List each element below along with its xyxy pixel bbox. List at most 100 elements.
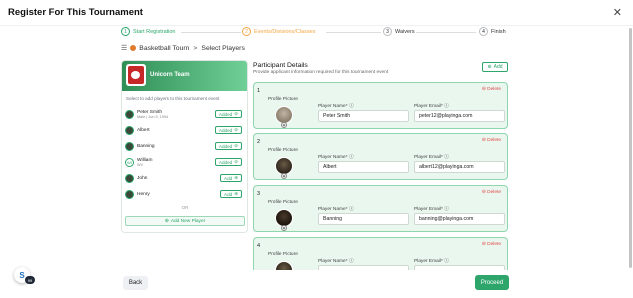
plus-circle-icon: ⊕ (164, 218, 169, 224)
player-add-button[interactable]: Add ⊕ (220, 174, 242, 182)
registration-modal: Register For This Tournament ✕ 1 Start R… (0, 0, 633, 298)
registration-stepper: 1 Start Registration 2 Events/Divisions/… (121, 27, 513, 38)
basketball-icon (130, 45, 137, 51)
step-waivers[interactable]: 3 Waivers (383, 27, 415, 36)
step-label: Finish (491, 28, 506, 35)
breadcrumb: ☰ Basketball Tourn > Select Players (121, 44, 245, 53)
player-name-label: Player Name* ⓘ (318, 104, 354, 109)
step-label: Waivers (395, 28, 415, 35)
player-added-button[interactable]: Added ⊘ (214, 142, 242, 150)
add-label: Add (493, 64, 503, 70)
step-number: 4 (479, 27, 488, 36)
add-new-player-button[interactable]: ⊕ Add New Player (125, 216, 245, 226)
player-row-banning: Banning Added ⊘ (125, 140, 246, 153)
player-email-label: Player Email* ⓘ (414, 155, 449, 160)
scrollbar[interactable] (629, 28, 632, 268)
delete-button[interactable]: ⊖ Delete (482, 138, 501, 143)
step-label: Start Registration (133, 28, 176, 35)
step-finish[interactable]: 4 Finish (479, 27, 506, 36)
player-row-john: John Add ⊕ (125, 172, 246, 185)
player-added-button[interactable]: Added ⊘ (214, 110, 242, 118)
player-email-label: Player Email* ⓘ (414, 207, 449, 212)
participant-details-title: Participant Details (253, 62, 308, 69)
profile-picture-label: Profile Picture (268, 252, 298, 257)
avatar (125, 126, 134, 135)
participant-card: 2 ⊖ Delete Profile Picture ◉ Player Name… (253, 133, 508, 180)
camera-icon[interactable]: ◉ (281, 225, 287, 231)
info-icon: ⓘ (444, 155, 449, 160)
avatar (125, 174, 134, 183)
check-circle-icon: ⊘ (234, 143, 238, 148)
participant-card: 4 ⊖ Delete Profile Picture Player Name* … (253, 237, 508, 270)
profile-picture[interactable] (275, 261, 293, 270)
player-added-button[interactable]: Added ⊘ (214, 158, 242, 166)
player-email-input[interactable]: albert12@playinga.com (414, 161, 505, 173)
step-events[interactable]: 2 Events/Divisions/Classes (242, 27, 315, 36)
profile-picture-label: Profile Picture (268, 200, 298, 205)
player-add-button[interactable]: Add ⊕ (220, 190, 242, 198)
player-row-henry: Henry Add ⊕ (125, 188, 246, 201)
player-email-label: Player Email* ⓘ (414, 259, 449, 264)
player-name-input[interactable]: Albert (318, 161, 409, 173)
info-icon: ⓘ (444, 207, 449, 212)
avatar (125, 190, 134, 199)
step-start-registration[interactable]: 1 Start Registration (121, 27, 176, 36)
camera-icon[interactable]: ◉ (281, 122, 287, 128)
profile-picture-label: Profile Picture (268, 148, 298, 153)
participant-details-subtitle: Provide applicant information required f… (253, 70, 389, 75)
plus-circle-icon: ⊕ (234, 191, 238, 196)
menu-icon[interactable]: ☰ (121, 44, 127, 52)
participant-card: 1 ⊖ Delete Profile Picture ◉ Player Name… (253, 82, 508, 129)
step-connector (416, 32, 476, 33)
modal-footer: Back Proceed (0, 270, 633, 298)
check-circle-icon: ⊘ (234, 111, 238, 116)
add-participant-button[interactable]: ⊕ Add (482, 62, 508, 72)
breadcrumb-sport[interactable]: Basketball Tourn (139, 45, 189, 52)
notification-badge: 99 (25, 276, 35, 284)
proceed-button[interactable]: Proceed (475, 275, 509, 290)
player-name-input[interactable]: Banning (318, 213, 409, 225)
step-number: 3 (383, 27, 392, 36)
card-number: 4 (257, 243, 261, 249)
check-circle-icon: ⊘ (234, 159, 238, 164)
step-label: Events/Divisions/Classes (254, 28, 316, 35)
avatar (125, 142, 134, 151)
camera-icon[interactable]: ◉ (281, 173, 287, 179)
card-number: 1 (257, 88, 261, 94)
back-button[interactable]: Back (123, 276, 148, 290)
profile-picture-label: Profile Picture (268, 97, 298, 102)
plus-circle-icon: ⊕ (487, 64, 492, 70)
delete-button[interactable]: ⊖ Delete (482, 242, 501, 247)
info-icon: ⓘ (348, 207, 354, 212)
player-name-input[interactable]: Peter Smith (318, 110, 409, 122)
info-icon: ⓘ (348, 155, 354, 160)
delete-button[interactable]: ⊖ Delete (482, 87, 501, 92)
modal-title: Register For This Tournament (8, 7, 143, 18)
player-name: John (137, 176, 148, 181)
or-divider: OR (181, 205, 189, 210)
info-icon: ⓘ (444, 259, 449, 264)
scrollbar-thumb[interactable] (629, 28, 632, 268)
delete-button[interactable]: ⊖ Delete (482, 190, 501, 195)
player-added-button[interactable]: Added ⊘ (214, 126, 242, 134)
plus-circle-icon: ⊕ (234, 175, 238, 180)
team-banner: Unicorn Team (122, 61, 247, 91)
card-number: 3 (257, 191, 261, 197)
team-logo (126, 64, 146, 86)
info-icon: ⓘ (348, 104, 354, 109)
add-new-player-label: Add New Player (170, 218, 206, 224)
info-icon: ⓘ (348, 259, 354, 264)
step-number: 2 (242, 27, 251, 36)
participant-list[interactable]: 1 ⊖ Delete Profile Picture ◉ Player Name… (252, 80, 509, 270)
player-email-input[interactable]: banning@playinga.com (414, 213, 505, 225)
card-number: 2 (257, 139, 261, 145)
participant-card: 3 ⊖ Delete Profile Picture ◉ Player Name… (253, 185, 508, 232)
player-email-label: Player Email* ⓘ (414, 104, 449, 109)
breadcrumb-separator: > (193, 44, 198, 52)
player-row-albert: Albert Added ⊘ (125, 124, 246, 137)
player-name-label: Player Name* ⓘ (318, 259, 354, 264)
player-info: Male | Jun 5, 1994 (137, 114, 169, 119)
player-email-input[interactable]: peter12@playinga.com (414, 110, 505, 122)
player-row-william: WI William WV Added ⊘ (125, 156, 246, 169)
close-icon[interactable]: ✕ (613, 6, 622, 19)
